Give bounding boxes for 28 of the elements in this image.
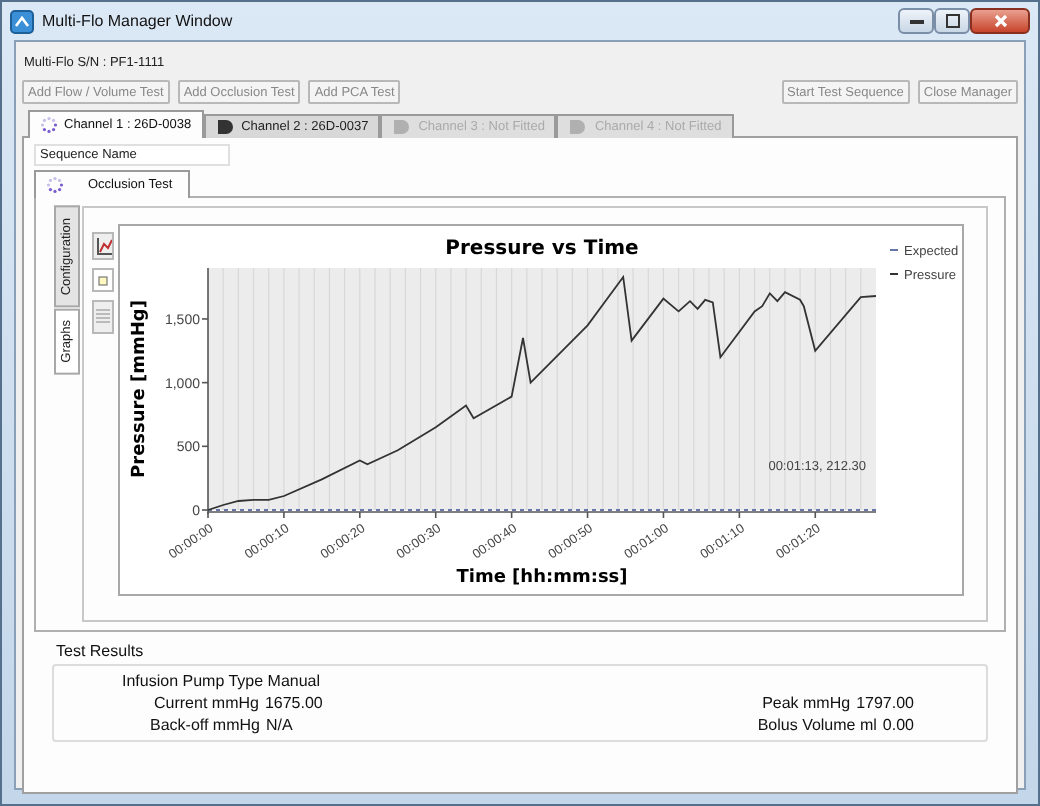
app-icon: [10, 9, 34, 33]
result-label: Current mmHg: [154, 694, 259, 712]
chart-title: Pressure vs Time: [445, 238, 639, 260]
close-button[interactable]: [970, 8, 1030, 34]
result-value: 1675.00: [264, 694, 323, 712]
marker-icon[interactable]: [92, 268, 114, 292]
maximize-icon: [945, 14, 959, 28]
spinner-icon: [46, 176, 64, 194]
result-value: 0.00: [882, 716, 914, 734]
close-icon: [993, 14, 1007, 28]
plug-icon: [392, 118, 413, 136]
window-title: Multi-Flo Manager Window: [42, 12, 233, 30]
chart-icon[interactable]: [92, 232, 114, 260]
plug-icon: [215, 118, 236, 136]
result-value: 1797.00: [856, 694, 914, 712]
result-label: Peak mmHg: [762, 694, 851, 712]
x-axis-title: Time [hh:mm:ss]: [456, 568, 628, 588]
result-label: Bolus Volume ml: [757, 716, 877, 734]
group-title: Test Results: [54, 642, 146, 660]
plug-icon: [568, 118, 589, 136]
spinner-icon: [40, 116, 58, 134]
minimize-button[interactable]: [898, 8, 934, 34]
result-value: N/A: [265, 716, 293, 734]
result-label: Back-off mmHg: [150, 716, 260, 734]
pump-type-text: Infusion Pump Type Manual: [122, 672, 321, 690]
y-axis-title: Pressure [mmHg]: [130, 300, 150, 478]
maximize-button[interactable]: [934, 8, 970, 34]
minimize-icon: [909, 19, 923, 23]
